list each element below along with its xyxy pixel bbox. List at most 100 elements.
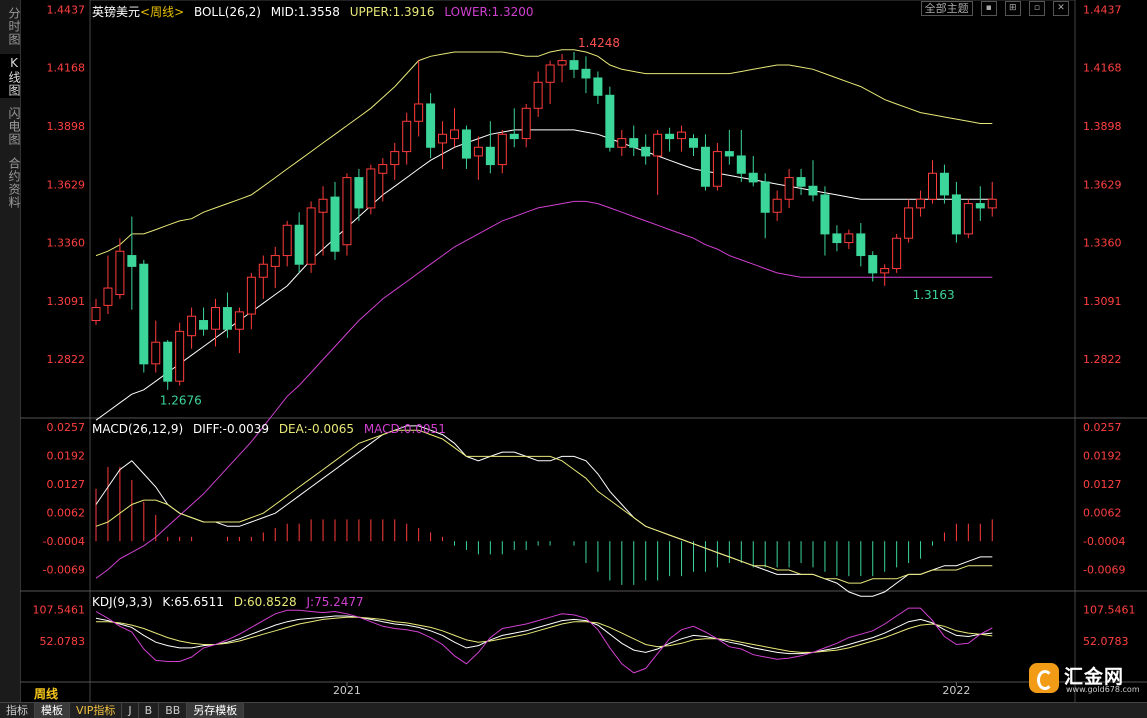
candle-body [390,151,400,166]
period-label[interactable]: 周线 [34,685,58,702]
candle-body [916,198,926,209]
candle-body [103,287,113,306]
macd-dea-line [95,429,993,584]
kdj-name: KDJ(9,3,3) [92,595,153,609]
candle-body [187,315,197,337]
chart-canvas: 1.4437 1.4437 1.4168 1.4168 1.3898 1.3898 1.36… [20,0,1147,704]
candle-body [222,307,232,330]
candle-body [521,107,531,140]
candle-body [808,185,818,196]
y-tick-label-right: 1.4437 [1083,3,1122,16]
pair-name: 英镑美元 [92,5,141,19]
tab-template[interactable]: 模板 [35,703,70,718]
tab-vip-indicator[interactable]: VIP指标 [70,703,123,718]
close-icon[interactable]: ✕ [1053,1,1069,16]
candle-body [820,194,830,235]
macd-y-tick-right: -0.0069 [1083,564,1125,577]
macd-y-tick-right: 0.0127 [1083,478,1122,491]
kdj-y-tick-right: 107.5461 [1083,603,1136,616]
logo-mark-icon [1029,663,1059,693]
tab-indicator[interactable]: 指标 [0,703,35,718]
theme-select[interactable]: 全部主题 [920,1,973,16]
candle-body [461,129,471,159]
candle-body [569,60,579,70]
candle-body [509,133,519,140]
candle-body [211,307,220,330]
kdj-d: D:60.8528 [233,595,297,609]
candle-body [115,250,125,296]
candle-body [724,151,734,157]
x-tick-label: 2021 [333,684,361,697]
candle-body [414,103,424,122]
main-chart-header: 英镑美元<周线> BOLL(26,2) MID:1.3558 UPPER:1.3… [92,3,540,20]
candle-body [689,138,698,148]
candle-body [402,120,412,153]
macd-header: MACD(26,12,9) DIFF:-0.0039 DEA:-0.0065 M… [92,422,452,436]
macd-y-tick-left: -0.0069 [43,564,85,577]
y-tick-label-right: 1.2822 [1083,353,1122,366]
candle-body [617,138,627,148]
candle-body [629,138,639,148]
candle-body [330,196,340,252]
chart-toolbar: 全部主题 ▪ ⊞ ▫ ✕ [920,1,1069,20]
candle-body [354,177,364,209]
candle-body [175,330,185,382]
candle-body [258,263,268,278]
y-tick-label-left: 1.3360 [47,237,86,250]
tab-bb[interactable]: BB [159,703,188,718]
candle-body [796,177,806,187]
candle-body [151,341,161,365]
minimize-icon[interactable]: ▪ [980,1,997,16]
candle-body [199,320,209,330]
kdj-header: KDJ(9,3,3) K:65.6511 D:60.8528 J:75.2477 [92,595,370,609]
y-tick-label-right: 1.3898 [1083,120,1122,133]
tab-save-template[interactable]: 另存模板 [187,703,245,718]
candle-body [306,207,316,265]
macd-y-tick-left: 0.0257 [47,421,86,434]
restore-icon[interactable]: ▫ [1028,1,1045,16]
kdj-y-tick-left: 52.0783 [40,635,86,648]
candle-body [748,172,758,183]
candle-body [282,224,292,257]
candle-body [378,164,388,174]
y-tick-label-left: 1.3898 [47,120,86,133]
kdj-y-tick-right: 52.0783 [1083,635,1129,648]
candle-body [653,133,663,157]
y-tick-label-left: 1.3091 [47,295,86,308]
candle-body [892,237,902,270]
macd-y-tick-right: 0.0192 [1083,450,1122,463]
candle-body [987,198,997,209]
y-tick-label-left: 1.2822 [47,353,86,366]
boll-name: BOLL(26,2) [193,5,261,19]
grid-icon[interactable]: ⊞ [1004,1,1021,16]
price-annotation: 1.3163 [913,288,955,302]
y-tick-label-left: 1.4437 [47,3,86,16]
candle-body [593,77,603,96]
candle-body [294,224,304,265]
kdj-y-tick-left: 107.5461 [33,603,86,616]
boll-lower: LOWER:1.3200 [444,5,534,19]
candle-body [832,233,842,244]
candle-body [760,181,770,213]
kdj-j: J:75.2477 [306,595,364,609]
y-tick-label-right: 1.3360 [1083,237,1122,250]
candle-body [700,146,710,187]
candle-body [497,133,507,166]
candle-body [963,203,973,235]
candle-body [904,207,914,239]
price-annotation: 1.2676 [160,394,202,408]
macd-diff: DIFF:-0.0039 [192,422,269,436]
boll-mid-line [95,129,993,421]
tab-j[interactable]: J [122,703,139,718]
boll-upper: UPPER:1.3916 [349,5,435,19]
candle-body [438,133,448,144]
macd-y-tick-left: 0.0127 [47,478,86,491]
macd-diff-line [95,425,993,597]
candle-body [665,133,675,140]
y-tick-label-left: 1.3629 [47,178,86,191]
candle-body [473,146,483,157]
tab-b[interactable]: B [139,703,160,718]
candle-body [557,60,567,66]
y-tick-label-right: 1.3629 [1083,178,1122,191]
candle-body [426,103,436,148]
